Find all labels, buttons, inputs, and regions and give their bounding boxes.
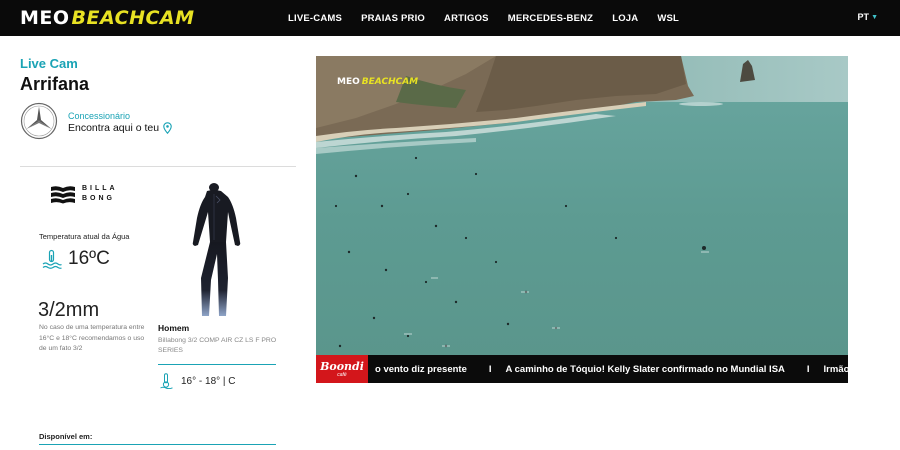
main-nav: LIVE-CAMS PRAIAS PRIO ARTIGOS MERCEDES-B… <box>288 0 698 36</box>
ticker-sponsor-logo[interactable]: Boondi café <box>316 355 368 383</box>
billabong-mark-icon <box>51 186 75 204</box>
sponsor-subtitle: café <box>337 371 347 378</box>
wetsuit-divider <box>158 364 276 365</box>
billabong-word-1: BILLA <box>82 185 118 192</box>
dealer-link-text: Encontra aqui o teu <box>68 122 160 134</box>
news-ticker: Boondi café o vento diz presente I A cam… <box>316 355 848 383</box>
water-temperature-label: Temperatura atual da Água <box>39 232 130 241</box>
ticker-item[interactable]: Irmão de Jol <box>824 364 848 375</box>
wetsuit-image[interactable] <box>186 182 242 318</box>
wetsuit-model[interactable]: Billabong 3/2 COMP AIR CZ LS F PRO SERIE… <box>158 336 280 355</box>
ticker-item[interactable]: o vento diz presente <box>375 364 467 375</box>
thermometer-icon <box>160 373 173 389</box>
sponsor-name: Boondi <box>320 359 364 373</box>
nav-loja[interactable]: LOJA <box>612 13 638 24</box>
availability-divider <box>39 444 276 445</box>
top-navigation-bar: MEO BEACHCAM LIVE-CAMS PRAIAS PRIO ARTIG… <box>0 0 900 36</box>
nav-live-cams[interactable]: LIVE-CAMS <box>288 13 342 24</box>
nav-mercedes-benz[interactable]: MERCEDES-BENZ <box>508 13 593 24</box>
wetsuit-advice: No caso de uma temperatura entre 16°C e … <box>39 324 145 352</box>
nav-wsl[interactable]: WSL <box>657 13 679 24</box>
dealer-finder-link[interactable]: Encontra aqui o teu <box>68 122 172 134</box>
wetsuit-temperature-range: 16° - 18° | C <box>160 373 236 389</box>
chevron-down-icon: ▼ <box>871 13 878 21</box>
spot-title: Arrifana <box>20 74 90 94</box>
camera-logo-meo: MEO <box>337 77 360 87</box>
water-temperature-icon <box>42 249 62 269</box>
availability-label: Disponível em: <box>39 432 93 441</box>
camera-watermark-logo: MEO BEACHCAM <box>337 77 418 87</box>
language-selector[interactable]: PT ▼ <box>858 12 878 22</box>
site-logo[interactable]: MEO BEACHCAM <box>20 7 195 29</box>
billabong-word-2: BONG <box>82 195 115 202</box>
mercedes-benz-icon <box>20 102 58 140</box>
camera-feed-image <box>316 56 848 383</box>
wetsuit-thickness: 3/2mm <box>38 299 100 321</box>
ticker-item[interactable]: A caminho de Tóquio! Kelly Slater confir… <box>506 364 785 375</box>
nav-artigos[interactable]: ARTIGOS <box>444 13 489 24</box>
water-temperature-value: 16ºC <box>68 248 110 269</box>
ticker-separator: I <box>806 363 810 375</box>
map-pin-icon <box>163 122 172 134</box>
camera-logo-beachcam: BEACHCAM <box>361 77 419 87</box>
wetsuit-range-text: 16° - 18° | C <box>181 375 236 387</box>
nav-praias-prio[interactable]: PRAIAS PRIO <box>361 13 425 24</box>
wetsuit-gender: Homem <box>158 323 190 333</box>
section-divider <box>20 166 296 167</box>
logo-meo-text: MEO <box>20 7 70 29</box>
dealer-label: Concessionário <box>68 111 131 121</box>
language-label: PT <box>857 12 870 22</box>
logo-beachcam-text: BEACHCAM <box>71 7 195 29</box>
billabong-logo: BILLA BONG <box>50 184 118 204</box>
live-camera-player[interactable]: MEO BEACHCAM Boondi café o vento diz pre… <box>316 56 848 383</box>
live-cam-label: Live Cam <box>20 56 78 71</box>
ticker-separator: I <box>488 363 492 375</box>
water-temperature-row: 16ºC <box>42 248 110 270</box>
billabong-wordmark: BILLA BONG <box>82 184 118 204</box>
